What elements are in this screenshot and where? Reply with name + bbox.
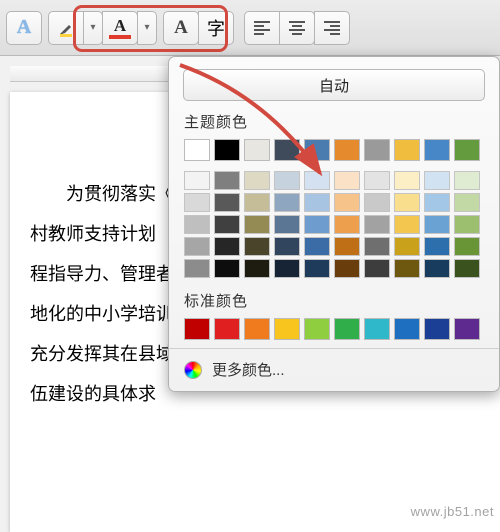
color-swatch[interactable] <box>334 215 360 234</box>
color-swatch[interactable] <box>244 139 270 161</box>
color-swatch[interactable] <box>454 215 480 234</box>
color-swatch[interactable] <box>214 193 240 212</box>
theme-color-row <box>169 139 499 161</box>
color-swatch[interactable] <box>274 139 300 161</box>
color-swatch[interactable] <box>424 318 450 340</box>
align-right-button[interactable] <box>314 11 350 45</box>
color-swatch[interactable] <box>304 237 330 256</box>
standard-color-row <box>169 318 499 340</box>
color-swatch[interactable] <box>184 193 210 212</box>
color-swatch[interactable] <box>424 215 450 234</box>
color-swatch[interactable] <box>244 259 270 278</box>
theme-colors-label: 主题颜色 <box>184 111 499 132</box>
color-swatch[interactable] <box>244 215 270 234</box>
color-swatch[interactable] <box>394 215 420 234</box>
more-colors-button[interactable]: 更多颜色... <box>169 348 499 390</box>
color-swatch[interactable] <box>364 259 390 278</box>
color-swatch[interactable] <box>214 139 240 161</box>
color-swatch[interactable] <box>214 215 240 234</box>
color-swatch[interactable] <box>454 171 480 190</box>
color-swatch[interactable] <box>184 171 210 190</box>
color-swatch[interactable] <box>424 259 450 278</box>
more-colors-label: 更多颜色... <box>212 359 285 380</box>
color-swatch[interactable] <box>424 171 450 190</box>
color-swatch[interactable] <box>394 259 420 278</box>
color-swatch[interactable] <box>364 193 390 212</box>
color-swatch[interactable] <box>394 318 420 340</box>
color-swatch[interactable] <box>304 215 330 234</box>
font-color-dropdown[interactable]: ▾ <box>137 11 157 45</box>
color-swatch[interactable] <box>184 139 210 161</box>
color-swatch[interactable] <box>334 171 360 190</box>
color-swatch[interactable] <box>454 318 480 340</box>
color-swatch[interactable] <box>334 259 360 278</box>
color-swatch[interactable] <box>394 171 420 190</box>
color-swatch[interactable] <box>214 237 240 256</box>
align-left-icon <box>254 21 270 35</box>
theme-color-shades-grid <box>169 171 499 278</box>
highlight-color-button[interactable] <box>48 11 84 45</box>
color-swatch[interactable] <box>244 237 270 256</box>
align-left-button[interactable] <box>244 11 280 45</box>
color-swatch[interactable] <box>274 171 300 190</box>
color-swatch[interactable] <box>304 193 330 212</box>
formatting-toolbar: A ▾ A ▾ A 字 <box>0 0 500 56</box>
color-swatch[interactable] <box>454 237 480 256</box>
color-swatch[interactable] <box>244 193 270 212</box>
color-swatch[interactable] <box>184 318 210 340</box>
color-swatch[interactable] <box>274 318 300 340</box>
color-swatch[interactable] <box>274 215 300 234</box>
font-color-button[interactable]: A <box>102 11 138 45</box>
color-swatch[interactable] <box>244 171 270 190</box>
color-swatch[interactable] <box>424 139 450 161</box>
color-swatch[interactable] <box>334 193 360 212</box>
color-swatch[interactable] <box>454 139 480 161</box>
standard-colors-label: 标准颜色 <box>184 290 499 311</box>
color-swatch[interactable] <box>424 237 450 256</box>
watermark-text: www.jb51.net <box>411 504 494 519</box>
color-auto-button[interactable]: 自动 <box>183 69 485 101</box>
character-format-button[interactable]: 字 <box>198 11 234 45</box>
color-swatch[interactable] <box>274 237 300 256</box>
color-swatch[interactable] <box>454 193 480 212</box>
color-swatch[interactable] <box>334 139 360 161</box>
highlight-color-dropdown[interactable]: ▾ <box>83 11 103 45</box>
font-color-icon: A <box>109 17 131 39</box>
color-swatch[interactable] <box>364 237 390 256</box>
align-right-icon <box>324 21 340 35</box>
color-swatch[interactable] <box>394 139 420 161</box>
color-wheel-icon <box>184 361 202 379</box>
color-swatch[interactable] <box>394 237 420 256</box>
color-swatch[interactable] <box>214 171 240 190</box>
align-center-button[interactable] <box>279 11 315 45</box>
color-swatch[interactable] <box>214 259 240 278</box>
color-swatch[interactable] <box>334 237 360 256</box>
highlighter-icon <box>57 19 75 37</box>
color-swatch[interactable] <box>304 139 330 161</box>
color-swatch[interactable] <box>274 259 300 278</box>
color-swatch[interactable] <box>454 259 480 278</box>
color-swatch[interactable] <box>184 237 210 256</box>
align-center-icon <box>289 21 305 35</box>
color-swatch[interactable] <box>304 318 330 340</box>
color-swatch[interactable] <box>364 215 390 234</box>
color-swatch[interactable] <box>334 318 360 340</box>
color-swatch[interactable] <box>364 171 390 190</box>
color-swatch[interactable] <box>364 139 390 161</box>
color-swatch[interactable] <box>304 171 330 190</box>
color-swatch[interactable] <box>394 193 420 212</box>
clear-formatting-button[interactable]: A <box>163 11 199 45</box>
color-swatch[interactable] <box>244 318 270 340</box>
color-swatch[interactable] <box>424 193 450 212</box>
text-effects-button[interactable]: A <box>6 11 42 45</box>
color-swatch[interactable] <box>184 215 210 234</box>
color-swatch[interactable] <box>364 318 390 340</box>
color-swatch[interactable] <box>304 259 330 278</box>
font-color-dropdown-panel: 自动 主题颜色 标准颜色 更多颜色... <box>168 56 500 392</box>
color-swatch[interactable] <box>214 318 240 340</box>
color-swatch[interactable] <box>184 259 210 278</box>
color-swatch[interactable] <box>274 193 300 212</box>
